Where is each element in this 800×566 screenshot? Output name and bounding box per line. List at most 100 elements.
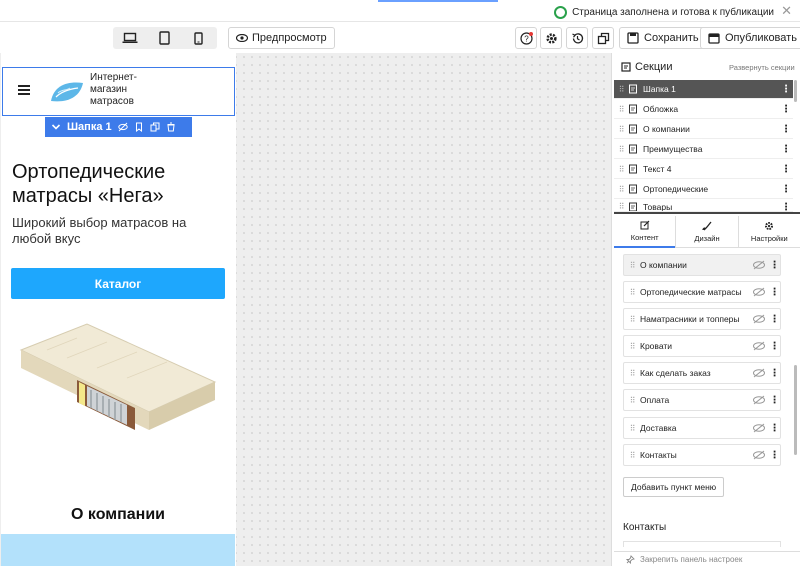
more-vert-icon[interactable]: ⋮ bbox=[779, 202, 793, 211]
section-row[interactable]: ⠿ Ортопедические ⋮ bbox=[614, 180, 793, 199]
drag-handle-icon[interactable]: ⠿ bbox=[614, 165, 628, 174]
menu-item[interactable]: ⠿ Кровати ⋮ bbox=[623, 335, 781, 357]
menu-item[interactable]: ⠿ Как сделать заказ ⋮ bbox=[623, 362, 781, 384]
contacts-field[interactable] bbox=[623, 541, 781, 547]
more-vert-icon[interactable]: ⋮ bbox=[769, 314, 780, 325]
add-menu-item-button[interactable]: Добавить пункт меню bbox=[623, 477, 725, 497]
drag-handle-icon[interactable]: ⠿ bbox=[614, 85, 628, 94]
more-vert-icon[interactable]: ⋮ bbox=[779, 84, 793, 95]
notice-text: Страница заполнена и готова к публикации bbox=[572, 6, 774, 18]
more-vert-icon[interactable]: ⋮ bbox=[769, 287, 780, 298]
menu-item[interactable]: ⠿ Доставка ⋮ bbox=[623, 417, 781, 439]
section-controls-bar[interactable]: Шапка 1 bbox=[45, 117, 192, 137]
copy-page-button[interactable] bbox=[592, 27, 614, 49]
drag-handle-icon[interactable]: ⠿ bbox=[624, 342, 640, 351]
more-vert-icon[interactable]: ⋮ bbox=[779, 104, 793, 115]
menu-item-label: Оплата bbox=[640, 395, 670, 405]
edit-icon bbox=[640, 220, 650, 230]
drag-handle-icon[interactable]: ⠿ bbox=[624, 451, 640, 460]
hamburger-menu-icon[interactable] bbox=[18, 85, 30, 95]
section-label: Товары bbox=[643, 202, 673, 212]
menu-item[interactable]: ⠿ О компании ⋮ bbox=[623, 254, 781, 276]
catalog-button[interactable]: Каталог bbox=[11, 268, 225, 299]
publish-button[interactable]: Опубликовать bbox=[700, 27, 800, 49]
hide-icon[interactable] bbox=[752, 395, 766, 405]
drag-handle-icon[interactable]: ⠿ bbox=[624, 315, 640, 324]
menu-item[interactable]: ⠿ Наматрасники и топперы ⋮ bbox=[623, 308, 781, 330]
tab-settings[interactable]: Настройки bbox=[737, 216, 800, 248]
drag-handle-icon[interactable]: ⠿ bbox=[614, 145, 628, 154]
drag-handle-icon[interactable]: ⠿ bbox=[624, 396, 640, 405]
close-icon[interactable]: ✕ bbox=[781, 3, 792, 19]
hero-title: Ортопедические матрасы «Нега» bbox=[12, 161, 166, 207]
preview-button[interactable]: Предпросмотр bbox=[228, 27, 335, 49]
section-row[interactable]: ⠿ Преимущества ⋮ bbox=[614, 140, 793, 159]
tab-content[interactable]: Контент bbox=[614, 216, 676, 248]
duplicate-icon[interactable] bbox=[150, 122, 160, 132]
menu-item-label: Ортопедические матрасы bbox=[640, 287, 742, 297]
hide-icon[interactable] bbox=[752, 287, 766, 297]
site-brand-text: Интернет-магазин матрасов bbox=[90, 72, 137, 107]
drag-handle-icon[interactable]: ⠿ bbox=[624, 369, 640, 378]
more-vert-icon[interactable]: ⋮ bbox=[769, 341, 780, 352]
more-vert-icon[interactable]: ⋮ bbox=[779, 144, 793, 155]
drag-handle-icon[interactable]: ⠿ bbox=[614, 125, 628, 134]
chevron-down-icon[interactable] bbox=[51, 122, 61, 132]
menu-item[interactable]: ⠿ Оплата ⋮ bbox=[623, 389, 781, 411]
section-label: Преимущества bbox=[643, 144, 703, 154]
about-heading: О компании bbox=[71, 506, 165, 523]
more-vert-icon[interactable]: ⋮ bbox=[769, 368, 780, 379]
menu-item-label: Доставка bbox=[640, 423, 677, 433]
panel-resize-handle[interactable] bbox=[614, 212, 800, 214]
more-vert-icon[interactable]: ⋮ bbox=[769, 395, 780, 406]
hide-icon[interactable] bbox=[752, 341, 766, 351]
bookmark-icon[interactable] bbox=[134, 122, 144, 132]
more-vert-icon[interactable]: ⋮ bbox=[779, 164, 793, 175]
menu-item[interactable]: ⠿ Контакты ⋮ bbox=[623, 444, 781, 466]
next-section-preview bbox=[1, 534, 235, 566]
hide-icon[interactable] bbox=[752, 314, 766, 324]
sections-scrollbar[interactable] bbox=[794, 80, 797, 102]
section-label: Ортопедические bbox=[643, 184, 709, 194]
section-row[interactable]: ⠿ Шапка 1 ⋮ bbox=[614, 80, 793, 99]
drag-handle-icon[interactable]: ⠿ bbox=[624, 261, 640, 270]
mobile-view-button[interactable] bbox=[181, 27, 215, 49]
drag-handle-icon[interactable]: ⠿ bbox=[624, 424, 640, 433]
more-vert-icon[interactable]: ⋮ bbox=[779, 124, 793, 135]
drag-handle-icon[interactable]: ⠿ bbox=[614, 202, 628, 211]
hide-icon[interactable] bbox=[752, 368, 766, 378]
section-row[interactable]: ⠿ О компании ⋮ bbox=[614, 120, 793, 139]
hide-icon[interactable] bbox=[752, 450, 766, 460]
expand-sections-link[interactable]: Развернуть секции bbox=[729, 63, 795, 72]
trash-icon[interactable] bbox=[166, 122, 176, 132]
hide-icon[interactable] bbox=[752, 260, 766, 270]
more-vert-icon[interactable]: ⋮ bbox=[769, 260, 780, 271]
contacts-heading: Контакты bbox=[623, 522, 667, 533]
history-icon bbox=[571, 32, 583, 43]
menu-item[interactable]: ⠿ Ортопедические матрасы ⋮ bbox=[623, 281, 781, 303]
tablet-view-button[interactable] bbox=[147, 27, 181, 49]
drag-handle-icon[interactable]: ⠿ bbox=[614, 185, 628, 194]
menu-item-label: Наматрасники и топперы bbox=[640, 314, 740, 324]
section-row[interactable]: ⠿ Товары ⋮ bbox=[614, 199, 793, 212]
save-button[interactable]: Сохранить bbox=[619, 27, 707, 49]
hide-icon[interactable] bbox=[117, 122, 128, 132]
section-row[interactable]: ⠿ Текст 4 ⋮ bbox=[614, 160, 793, 179]
tab-design[interactable]: Дизайн bbox=[675, 216, 738, 248]
section-doc-icon bbox=[629, 104, 637, 114]
more-vert-icon[interactable]: ⋮ bbox=[779, 184, 793, 195]
more-vert-icon[interactable]: ⋮ bbox=[769, 423, 780, 434]
pin-panel-toggle[interactable]: Закрепить панель настроек bbox=[614, 551, 800, 566]
help-icon: ? bbox=[519, 31, 533, 45]
history-button[interactable] bbox=[566, 27, 588, 49]
section-row[interactable]: ⠿ Обложка ⋮ bbox=[614, 100, 793, 119]
pin-panel-label: Закрепить панель настроек bbox=[640, 554, 743, 564]
help-button[interactable]: ? bbox=[515, 27, 537, 49]
drag-handle-icon[interactable]: ⠿ bbox=[614, 105, 628, 114]
settings-button[interactable] bbox=[540, 27, 562, 49]
content-scrollbar[interactable] bbox=[794, 365, 797, 455]
drag-handle-icon[interactable]: ⠿ bbox=[624, 288, 640, 297]
more-vert-icon[interactable]: ⋮ bbox=[769, 450, 780, 461]
desktop-view-button[interactable] bbox=[113, 27, 147, 49]
hide-icon[interactable] bbox=[752, 423, 766, 433]
